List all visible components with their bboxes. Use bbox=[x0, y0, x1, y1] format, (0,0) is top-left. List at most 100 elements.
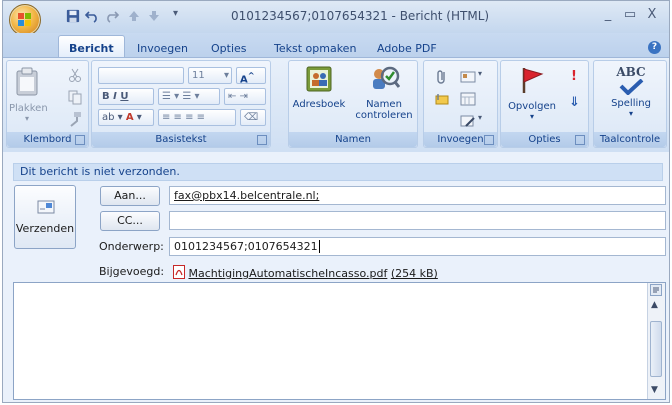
group-label-basistekst: Basistekst bbox=[92, 132, 270, 147]
calendar-icon[interactable] bbox=[460, 91, 476, 107]
send-label: Verzenden bbox=[15, 222, 75, 235]
tab-adobe-pdf[interactable]: Adobe PDF bbox=[377, 42, 437, 55]
clear-format-button[interactable]: ⌫ bbox=[240, 109, 266, 126]
paste-button[interactable]: Plakken ▾ bbox=[9, 67, 48, 123]
format-painter-icon[interactable] bbox=[67, 111, 83, 127]
subject-field[interactable]: 0101234567;0107654321 bbox=[169, 237, 666, 256]
group-label-invoegen: Invoegen bbox=[424, 132, 497, 147]
business-card-icon[interactable] bbox=[460, 69, 476, 85]
tab-bericht[interactable]: Bericht bbox=[58, 35, 125, 57]
redo-icon[interactable] bbox=[105, 9, 119, 23]
message-header-area: Dit bericht is niet verzonden. Verzenden… bbox=[3, 152, 669, 402]
indent-buttons[interactable]: ⇤ ⇥ bbox=[224, 88, 266, 105]
spelling-button[interactable]: ABC Spelling ▾ bbox=[597, 65, 665, 118]
adresboek-label: Adresboek bbox=[292, 99, 346, 110]
customize-toolbar-icon[interactable]: ▾ bbox=[173, 8, 178, 22]
spelling-check-icon bbox=[619, 79, 644, 95]
high-importance-icon[interactable]: ! bbox=[571, 69, 577, 84]
message-body[interactable]: ▲ ▼ bbox=[13, 282, 666, 400]
close-button[interactable]: X bbox=[641, 7, 663, 22]
ribbon-tabs: Bericht Invoegen Opties Tekst opmaken Ad… bbox=[3, 33, 669, 57]
save-icon[interactable] bbox=[65, 9, 81, 23]
opvolgen-dropdown-icon: ▾ bbox=[529, 112, 534, 121]
alignment-buttons[interactable]: ≡ ≡ ≡ ≡ bbox=[158, 109, 236, 126]
dialog-launcher-icon[interactable] bbox=[484, 135, 494, 145]
help-icon[interactable]: ? bbox=[648, 41, 661, 54]
tab-opties[interactable]: Opties bbox=[211, 42, 247, 55]
send-button[interactable]: Verzenden bbox=[14, 185, 76, 249]
grow-shrink-font-buttons[interactable]: A^ A bbox=[236, 67, 266, 100]
subject-value: 0101234567;0107654321 bbox=[174, 240, 318, 253]
low-importance-icon[interactable]: ⇓ bbox=[569, 95, 580, 110]
window-title: 0101234567;0107654321 - Bericht (HTML) bbox=[231, 9, 490, 23]
font-name-box[interactable] bbox=[98, 67, 184, 84]
window-controls: _ ▭ X bbox=[597, 7, 663, 22]
to-recipient[interactable]: fax@pbx14.belcentrale.nl; bbox=[174, 189, 319, 202]
office-button[interactable] bbox=[9, 4, 41, 36]
opvolgen-button[interactable]: Opvolgen ▾ bbox=[503, 65, 561, 121]
group-opties: Opvolgen ▾ ! ⇓ Opties bbox=[500, 60, 589, 148]
check-names-icon bbox=[373, 66, 401, 89]
ruler-toggle-icon[interactable] bbox=[650, 284, 662, 296]
send-envelope-icon bbox=[37, 200, 55, 214]
to-field[interactable]: fax@pbx14.belcentrale.nl; bbox=[169, 186, 666, 205]
abc-label: ABC bbox=[616, 65, 646, 79]
group-label-klembord: Klembord bbox=[7, 132, 88, 147]
address-book-icon bbox=[306, 66, 332, 92]
attachment-label: Bijgevoegd: bbox=[99, 265, 165, 278]
undo-icon[interactable] bbox=[85, 9, 99, 23]
tab-invoegen[interactable]: Invoegen bbox=[137, 42, 188, 55]
signature-icon[interactable] bbox=[460, 113, 476, 129]
business-card-dropdown-icon[interactable]: ▾ bbox=[478, 69, 482, 78]
namen-controleren-label-2: controleren bbox=[355, 110, 413, 121]
scroll-thumb[interactable] bbox=[650, 321, 662, 377]
down-arrow-icon[interactable] bbox=[147, 9, 161, 23]
subject-label: Onderwerp: bbox=[99, 240, 164, 253]
attachment-size: (254 kB) bbox=[390, 267, 438, 280]
signature-dropdown-icon[interactable]: ▾ bbox=[478, 113, 482, 122]
group-label-opties: Opties bbox=[501, 132, 588, 147]
group-taalcontrole: ABC Spelling ▾ Taalcontrole bbox=[593, 60, 667, 148]
group-klembord: Plakken ▾ Klembord bbox=[6, 60, 89, 148]
scroll-up-icon[interactable]: ▲ bbox=[651, 300, 658, 310]
group-namen: Adresboek Namen controleren Namen bbox=[288, 60, 418, 148]
attachment-item[interactable]: MachtigingAutomatischeIncasso.pdf (254 k… bbox=[173, 265, 438, 280]
up-arrow-icon[interactable] bbox=[127, 9, 141, 23]
opvolgen-label: Opvolgen bbox=[508, 101, 556, 112]
clipboard-icon bbox=[16, 67, 38, 96]
namen-controleren-button[interactable]: Namen controleren bbox=[351, 65, 417, 121]
text-cursor bbox=[318, 240, 320, 253]
paste-dropdown-icon: ▾ bbox=[24, 114, 29, 123]
dialog-launcher-icon[interactable] bbox=[575, 135, 585, 145]
cut-icon[interactable] bbox=[67, 67, 83, 83]
list-buttons[interactable]: ☰ ▾ ☰ ▾ bbox=[158, 88, 220, 105]
tab-tekst-opmaken[interactable]: Tekst opmaken bbox=[274, 42, 356, 55]
spelling-dropdown-icon: ▾ bbox=[628, 109, 633, 118]
info-bar: Dit bericht is niet verzonden. bbox=[13, 163, 663, 181]
scroll-down-icon[interactable]: ▼ bbox=[651, 385, 658, 395]
namen-controleren-label-1: Namen bbox=[366, 99, 402, 110]
highlight-fontcolor-buttons[interactable]: ab ▾ A ▾ bbox=[98, 109, 154, 126]
bold-italic-underline-buttons[interactable]: B I U bbox=[98, 88, 154, 105]
cc-field[interactable] bbox=[169, 211, 666, 230]
minimize-button[interactable]: _ bbox=[597, 7, 619, 22]
dialog-launcher-icon[interactable] bbox=[75, 135, 85, 145]
dialog-launcher-icon[interactable] bbox=[257, 135, 267, 145]
title-bar: ▾ 0101234567;0107654321 - Bericht (HTML)… bbox=[3, 1, 669, 36]
copy-icon[interactable] bbox=[67, 89, 83, 105]
cc-button[interactable]: CC... bbox=[100, 211, 160, 231]
adresboek-button[interactable]: Adresboek bbox=[292, 65, 346, 110]
attachment-filename[interactable]: MachtigingAutomatischeIncasso.pdf bbox=[189, 267, 388, 280]
attach-item-icon[interactable] bbox=[434, 91, 450, 107]
vertical-scrollbar[interactable]: ▲ ▼ bbox=[647, 283, 665, 399]
font-size-box[interactable]: 11 ▾ bbox=[188, 67, 232, 84]
group-invoegen: ▾ ▾ Invoegen bbox=[423, 60, 498, 148]
font-size-value: 11 bbox=[192, 70, 205, 81]
spelling-label: Spelling bbox=[611, 98, 651, 109]
group-label-namen: Namen bbox=[289, 132, 417, 147]
to-button[interactable]: Aan... bbox=[100, 186, 160, 206]
attach-file-icon[interactable] bbox=[434, 69, 450, 85]
maximize-button[interactable]: ▭ bbox=[619, 7, 641, 22]
outlook-message-window: ▾ 0101234567;0107654321 - Bericht (HTML)… bbox=[2, 0, 670, 403]
office-logo-icon bbox=[18, 13, 31, 26]
